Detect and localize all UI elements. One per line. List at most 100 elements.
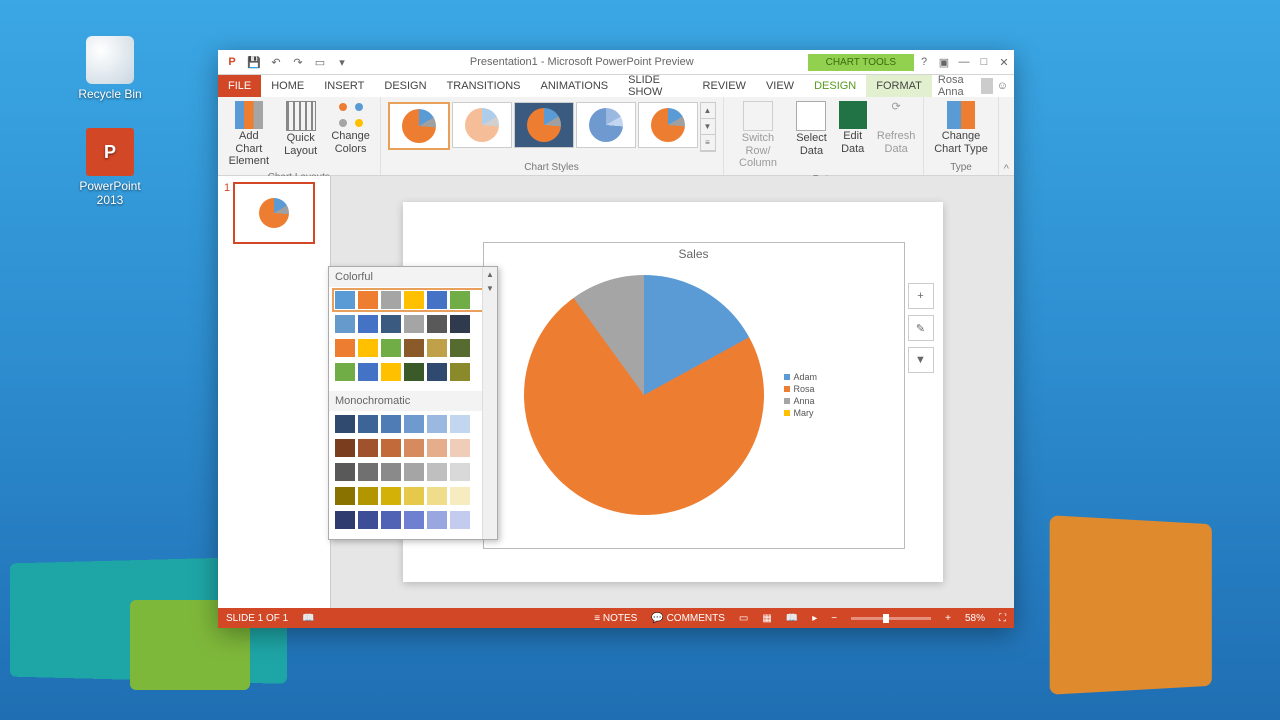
app-icon: P [224,54,240,70]
chart-style-3[interactable] [514,102,574,148]
slide-sorter-view-button[interactable]: ▦ [762,613,771,624]
powerpoint-window: P 💾 ↶ ↷ ▭ ▾ Presentation1 - Microsoft Po… [218,50,1014,628]
zoom-level[interactable]: 58% [965,613,985,624]
change-chart-type-button[interactable]: Change Chart Type [928,99,993,157]
color-swatch [427,315,447,333]
gallery-scroll[interactable]: ▲▼≡ [700,102,716,152]
switch-row-column-button[interactable]: Switch Row/ Column [728,99,789,172]
color-scheme-option[interactable] [335,439,491,457]
dropdown-section-colorful: Colorful [329,267,497,287]
chart-style-4[interactable] [576,102,636,148]
chart-style-2[interactable] [452,102,512,148]
comments-button[interactable]: 💬 COMMENTS [651,613,725,624]
color-scheme-option[interactable] [335,487,491,505]
chart-styles-button[interactable]: ✎ [908,315,934,341]
chart-style-5[interactable] [638,102,698,148]
save-button[interactable]: 💾 [246,54,262,70]
tab-transitions[interactable]: TRANSITIONS [437,75,531,97]
color-swatch [404,487,424,505]
color-swatch [450,463,470,481]
zoom-out-button[interactable]: − [831,613,837,624]
color-swatch [381,291,401,309]
legend-item: Rosa [784,384,818,394]
change-chart-type-icon [947,101,975,129]
collapse-ribbon-icon[interactable]: ^ [999,97,1014,175]
spellcheck-icon[interactable]: 📖 [302,613,314,624]
color-swatch [358,487,378,505]
color-swatch [404,291,424,309]
fit-to-window-button[interactable]: ⛶ [999,613,1006,624]
color-swatch [358,463,378,481]
ribbon-tabs: FILE HOME INSERT DESIGN TRANSITIONS ANIM… [218,75,1014,97]
pie-chart [524,275,764,515]
color-swatch [450,511,470,529]
color-swatch [358,339,378,357]
maximize-button[interactable]: □ [974,52,994,72]
normal-view-button[interactable]: ▭ [739,613,748,624]
tab-slideshow[interactable]: SLIDE SHOW [618,75,692,97]
color-scheme-option[interactable] [335,415,491,433]
tab-animations[interactable]: ANIMATIONS [531,75,619,97]
tab-chart-format[interactable]: FORMAT [866,75,932,97]
notes-button[interactable]: ≡ NOTES [594,613,637,624]
smiley-feedback-icon[interactable]: ☺ [997,80,1008,92]
tab-view[interactable]: VIEW [756,75,804,97]
chart-object[interactable]: Sales AdamRosaAnnaMary + ✎ ▼ [483,242,905,549]
desktop-icon-recycle-bin[interactable]: Recycle Bin [70,36,150,101]
edit-data-button[interactable]: Edit Data [835,99,871,157]
color-swatch [450,487,470,505]
color-scheme-option[interactable] [335,339,491,357]
change-colors-button[interactable]: Change Colors [326,99,376,157]
chart-filters-button[interactable]: ▼ [908,347,934,373]
minimize-button[interactable]: — [954,52,974,72]
color-scheme-option[interactable] [335,463,491,481]
dropdown-scrollbar[interactable]: ▲▼ [482,267,497,539]
legend-item: Anna [784,396,818,406]
color-swatch [450,415,470,433]
tab-review[interactable]: REVIEW [693,75,756,97]
tab-insert[interactable]: INSERT [314,75,374,97]
color-swatch [335,291,355,309]
color-swatch [381,439,401,457]
start-slideshow-button[interactable]: ▭ [312,54,328,70]
desktop-icon-label: PowerPoint 2013 [70,179,150,207]
zoom-in-button[interactable]: + [945,613,951,624]
add-chart-element-button[interactable]: Add Chart Element [222,99,276,170]
color-swatch [358,315,378,333]
chart-style-1[interactable] [388,102,450,150]
group-type-label: Type [950,160,972,175]
slide-thumbnail-1[interactable]: 1 [224,182,324,244]
color-swatch [427,415,447,433]
color-scheme-option[interactable] [335,291,491,309]
redo-button[interactable]: ↷ [290,54,306,70]
color-swatch [427,291,447,309]
select-data-button[interactable]: Select Data [790,99,832,159]
chart-elements-button[interactable]: + [908,283,934,309]
reading-view-button[interactable]: 📖 [786,613,798,624]
color-swatch [358,291,378,309]
color-swatch [381,315,401,333]
desktop-icon-powerpoint[interactable]: P PowerPoint 2013 [70,128,150,207]
color-swatch [381,463,401,481]
color-scheme-option[interactable] [335,363,491,381]
qat-customize-icon[interactable]: ▾ [334,54,350,70]
user-avatar-icon[interactable] [981,78,993,94]
color-scheme-option[interactable] [335,511,491,529]
user-name[interactable]: Rosa Anna [938,74,977,98]
quick-layout-button[interactable]: Quick Layout [278,99,324,159]
ribbon-options-button[interactable]: ▣ [934,52,954,72]
zoom-slider[interactable] [851,617,931,620]
color-swatch [335,339,355,357]
tab-file[interactable]: FILE [218,75,261,97]
slideshow-view-button[interactable]: ▸ [812,613,817,624]
close-button[interactable]: ✕ [994,52,1014,72]
undo-button[interactable]: ↶ [268,54,284,70]
refresh-data-button[interactable]: ⟳ Refresh Data [873,99,920,157]
tab-home[interactable]: HOME [261,75,314,97]
tab-chart-design[interactable]: DESIGN [804,75,866,97]
color-scheme-option[interactable] [335,315,491,333]
tab-design[interactable]: DESIGN [374,75,436,97]
color-swatch [427,363,447,381]
desktop-icon-label: Recycle Bin [70,87,150,101]
help-button[interactable]: ? [914,52,934,72]
